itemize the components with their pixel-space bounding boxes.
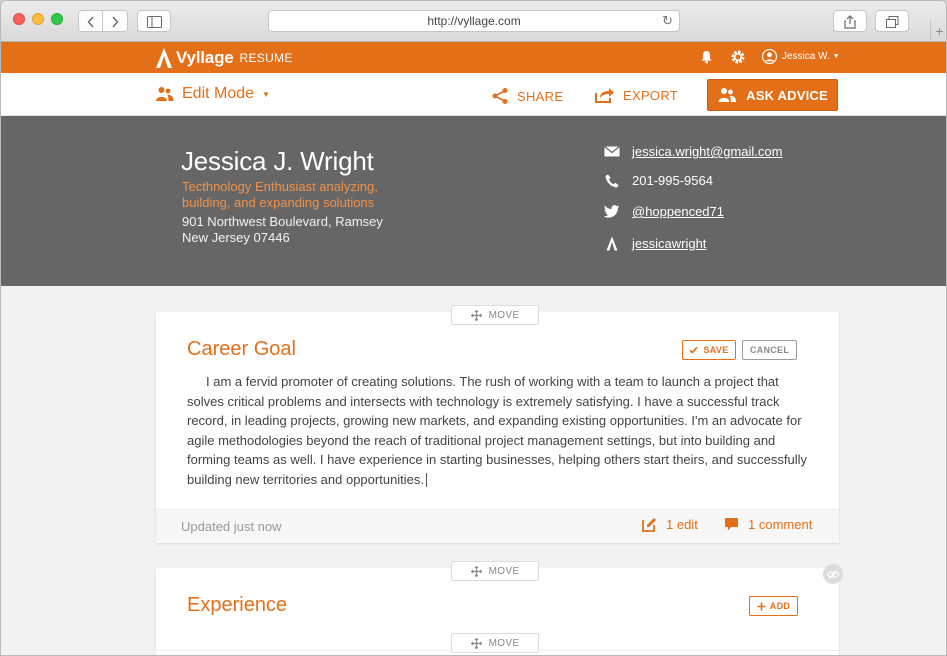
comments-count: 1 comment: [748, 517, 813, 532]
edits-link[interactable]: 1 edit: [642, 517, 698, 532]
profile-header: Jessica J. Wright Tecthnology Enthusiast…: [1, 116, 946, 286]
zoom-window-button[interactable]: [51, 13, 63, 25]
edit-mode-label: Edit Mode: [182, 85, 255, 102]
export-label: EXPORT: [623, 87, 679, 103]
career-goal-text: I am a fervid promoter of creating solut…: [187, 374, 807, 487]
browser-share-button[interactable]: [833, 10, 867, 32]
url-text: http://vyllage.com: [427, 14, 521, 28]
checkmark-icon: [689, 346, 699, 354]
caret-down-icon: ▼: [262, 89, 270, 99]
forward-button[interactable]: [103, 10, 128, 32]
move-arrows-icon: [470, 637, 482, 649]
move-arrows-icon: [470, 309, 482, 321]
cancel-button[interactable]: CANCEL: [742, 340, 797, 360]
contact-email: jessica.wright@gmail.com: [603, 144, 782, 159]
text-cursor: [426, 473, 428, 488]
move-handle[interactable]: MOVE: [451, 561, 539, 581]
edits-count: 1 edit: [666, 517, 698, 532]
address-bar[interactable]: http://vyllage.com ↻: [268, 10, 680, 32]
twitter-link[interactable]: @hoppenced71: [632, 204, 724, 219]
section-footer: Updated just now 1 edit 1 comment: [156, 509, 839, 543]
vyllage-profile-link[interactable]: jessicawright: [632, 236, 706, 251]
browser-toolbar: http://vyllage.com ↻ +: [1, 1, 946, 42]
gear-icon[interactable]: [730, 49, 746, 70]
comments-link[interactable]: 1 comment: [724, 517, 812, 532]
app-header: Vyllage RESUME Jessica W. ▼: [1, 42, 946, 73]
brand-name: Vyllage: [176, 48, 234, 67]
bell-icon[interactable]: [700, 50, 713, 69]
career-goal-textarea[interactable]: I am a fervid promoter of creating solut…: [187, 372, 812, 489]
avatar: [762, 49, 777, 64]
comment-icon: [725, 518, 738, 531]
vyllage-logo[interactable]: Vyllage RESUME: [155, 46, 293, 70]
users-icon: [156, 87, 174, 101]
edit-icon: [642, 518, 656, 532]
contact-twitter: @hoppenced71: [603, 204, 724, 219]
move-handle[interactable]: MOVE: [451, 633, 539, 653]
share-button[interactable]: SHARE: [491, 87, 563, 105]
tent-logo-icon: [156, 48, 172, 68]
save-label: SAVE: [703, 345, 729, 355]
add-experience-button[interactable]: ADD: [749, 596, 798, 616]
share-nodes-icon: [492, 88, 508, 104]
updated-status: Updated just now: [181, 519, 282, 534]
chevron-right-icon: [112, 16, 119, 28]
reload-icon[interactable]: ↻: [662, 11, 673, 31]
back-button[interactable]: [78, 10, 103, 32]
plus-icon: [757, 602, 766, 610]
tent-logo-icon: [603, 236, 621, 251]
export-button[interactable]: EXPORT: [595, 87, 678, 103]
contact-vyllage: jessicawright: [603, 236, 706, 251]
share-icon: [844, 14, 856, 29]
cancel-label: CANCEL: [749, 345, 790, 355]
sidebar-toggle-button[interactable]: [137, 10, 171, 32]
move-handle[interactable]: MOVE: [451, 305, 539, 325]
product-name: RESUME: [239, 51, 293, 65]
share-label: SHARE: [517, 88, 564, 104]
section-title: Experience: [187, 594, 288, 616]
profile-tagline: Tecthnology Enthusiast analyzing, buildi…: [182, 179, 378, 210]
action-bar: Edit Mode ▼ SHARE EXPORT ASK ADVICE: [1, 73, 946, 116]
section-title: Career Goal: [187, 338, 296, 360]
chevron-left-icon: [87, 16, 94, 28]
ask-advice-button[interactable]: ASK ADVICE: [707, 79, 838, 111]
caret-down-icon: ▼: [832, 53, 840, 60]
edit-mode-dropdown[interactable]: Edit Mode ▼: [155, 85, 270, 103]
career-goal-section: Career Goal SAVE CANCEL I am a fervid pr…: [156, 312, 839, 543]
export-icon: [595, 88, 614, 103]
move-arrows-icon: [470, 565, 482, 577]
tabs-icon: [885, 15, 898, 28]
new-tab-button[interactable]: +: [930, 20, 946, 42]
minimize-window-button[interactable]: [32, 13, 44, 25]
move-label: MOVE: [488, 309, 520, 321]
phone-number: 201-995-9564: [632, 173, 713, 188]
user-menu[interactable]: Jessica W. ▼: [762, 49, 840, 64]
move-label: MOVE: [488, 637, 520, 649]
sidebar-icon: [146, 15, 162, 28]
email-link[interactable]: jessica.wright@gmail.com: [632, 144, 782, 159]
eye-slash-icon: [827, 569, 839, 579]
tabs-overview-button[interactable]: [875, 10, 909, 32]
ask-advice-label: ASK ADVICE: [746, 87, 828, 103]
move-label: MOVE: [488, 565, 520, 577]
user-name: Jessica W.: [782, 51, 830, 62]
profile-address: 901 Northwest Boulevard, Ramsey New Jers…: [182, 214, 383, 245]
close-window-button[interactable]: [13, 13, 25, 25]
phone-icon: [603, 174, 621, 188]
twitter-icon: [603, 205, 621, 218]
contact-phone: 201-995-9564: [603, 173, 713, 188]
users-icon: [718, 88, 737, 102]
profile-name: Jessica J. Wright: [181, 146, 374, 176]
add-label: ADD: [769, 601, 791, 611]
save-button[interactable]: SAVE: [682, 340, 736, 360]
browser-window: http://vyllage.com ↻ + Vyllage RESUME Je…: [0, 0, 947, 656]
hide-section-button[interactable]: [823, 564, 843, 584]
envelope-icon: [603, 146, 621, 157]
